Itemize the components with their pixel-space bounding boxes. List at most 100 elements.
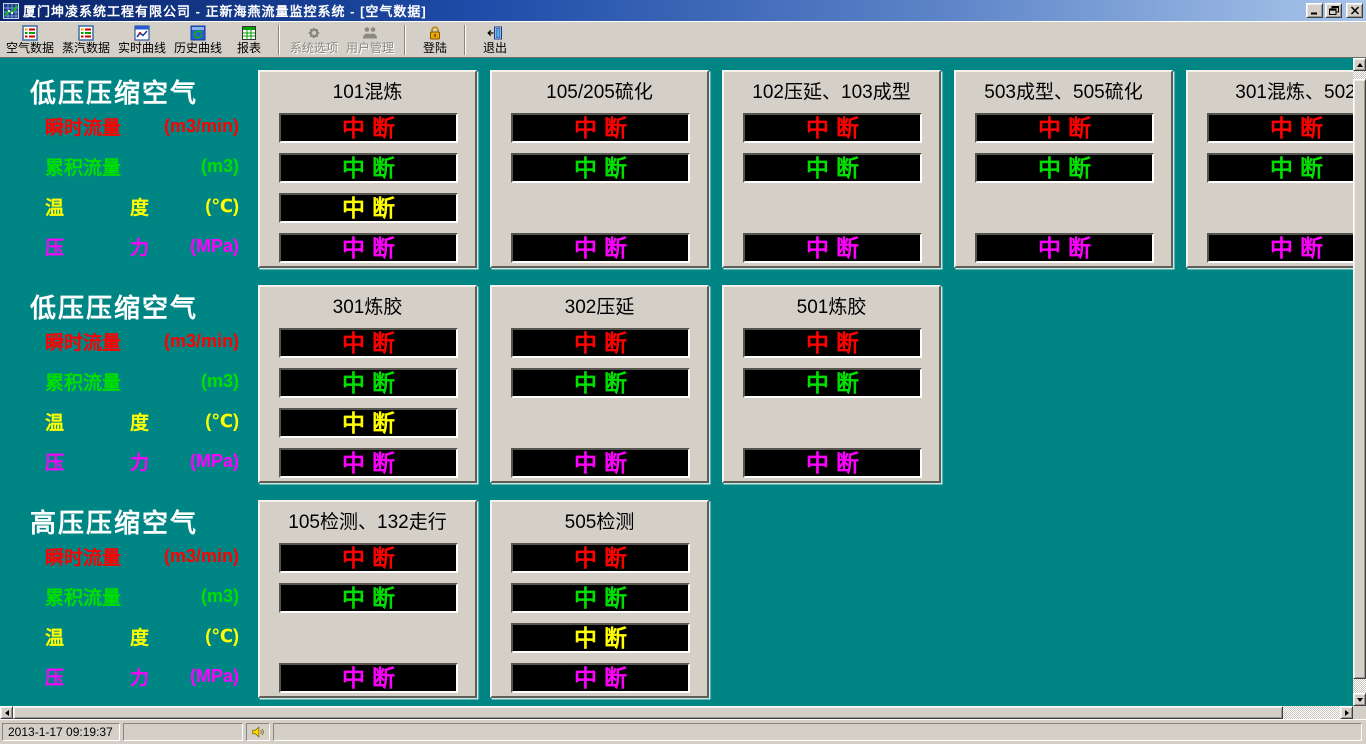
parameter-unit: (m3/min) [164, 331, 239, 352]
section-title: 低压压缩空气 [30, 73, 198, 110]
panel-title: 301混炼、502 [1188, 77, 1353, 104]
toolbar-button-蒸汽数据[interactable]: 蒸汽数据 [58, 24, 114, 56]
report-table-icon [241, 24, 257, 41]
close-button[interactable] [1346, 3, 1363, 18]
parameter-unit: (℃) [205, 411, 239, 432]
value-display: 中断 [279, 583, 458, 613]
app-icon [3, 3, 19, 19]
parameter-name-char: 压 [45, 663, 64, 690]
panel-title: 105/205硫化 [492, 77, 707, 104]
value-display: 中断 [975, 233, 1154, 263]
toolbar-button-label: 系统选项 [290, 41, 338, 55]
interrupt-value: 中断 [1270, 237, 1330, 260]
parameter-name: 瞬时流量 [45, 113, 121, 140]
restore-button[interactable] [1325, 3, 1342, 18]
scroll-right-button[interactable] [1340, 706, 1353, 719]
parameter-unit: (m3) [201, 371, 239, 392]
interrupt-value: 中断 [342, 412, 402, 435]
parameter-unit: (m3/min) [164, 116, 239, 137]
interrupt-value: 中断 [574, 627, 634, 650]
scrollbar-corner [1353, 706, 1366, 719]
parameter-name-char: 温 [45, 193, 64, 220]
value-display: 中断 [743, 448, 922, 478]
parameter-name-char: 压 [45, 233, 64, 260]
interrupt-value: 中断 [574, 372, 634, 395]
status-sound-cell[interactable] [246, 723, 270, 741]
parameter-label: 温度(℃) [45, 191, 239, 221]
scroll-left-button[interactable] [0, 706, 13, 719]
toolbar-separator [404, 25, 406, 55]
toolbar-button-实时曲线[interactable]: 实时曲线 [114, 24, 170, 56]
lock-icon [427, 24, 443, 41]
value-display: 中断 [511, 233, 690, 263]
realtime-curve-icon [134, 24, 150, 41]
parameter-name: 瞬时流量 [45, 543, 121, 570]
toolbar-button-退出[interactable]: 退出 [472, 24, 518, 56]
value-display: 中断 [743, 153, 922, 183]
toolbar-button-报表[interactable]: 报表 [226, 24, 272, 56]
parameter-name-char: 度 [130, 193, 149, 220]
scroll-up-button[interactable] [1353, 58, 1366, 71]
scroll-down-button[interactable] [1353, 693, 1366, 706]
parameter-unit: (MPa) [190, 236, 239, 257]
interrupt-value: 中断 [806, 332, 866, 355]
horizontal-scrollbar[interactable] [0, 706, 1353, 719]
toolbar-button-历史曲线[interactable]: 历史曲线 [170, 24, 226, 56]
parameter-name: 压力 [45, 448, 149, 475]
interrupt-value: 中断 [342, 667, 402, 690]
toolbar-button-label: 报表 [237, 41, 261, 55]
toolbar-button-label: 蒸汽数据 [62, 41, 110, 55]
interrupt-value: 中断 [342, 547, 402, 570]
value-display: 中断 [511, 583, 690, 613]
value-display: 中断 [279, 368, 458, 398]
section-title: 高压压缩空气 [30, 503, 198, 540]
value-display: 中断 [279, 153, 458, 183]
toolbar-button-登陆[interactable]: 登陆 [412, 24, 458, 56]
toolbar-button-label: 历史曲线 [174, 41, 222, 55]
monitor-panel: 302压延中断中断中断 [490, 285, 709, 483]
toolbar-separator [464, 25, 466, 55]
interrupt-value: 中断 [574, 157, 634, 180]
parameter-name-char: 温 [45, 408, 64, 435]
interrupt-value: 中断 [342, 587, 402, 610]
interrupt-value: 中断 [342, 197, 402, 220]
parameter-unit: (MPa) [190, 451, 239, 472]
minimize-button[interactable] [1306, 3, 1323, 18]
interrupt-value: 中断 [342, 372, 402, 395]
parameter-name: 累积流量 [45, 368, 121, 395]
toolbar-button-空气数据[interactable]: 空气数据 [2, 24, 58, 56]
app-window: 厦门坤凌系统工程有限公司 - 正新海燕流量监控系统 - [空气数据] 空气数据蒸… [0, 0, 1366, 744]
parameter-name-char: 温 [45, 623, 64, 650]
interrupt-value: 中断 [574, 117, 634, 140]
interrupt-value: 中断 [342, 157, 402, 180]
value-display: 中断 [279, 113, 458, 143]
interrupt-value: 中断 [342, 332, 402, 355]
user-management-icon [362, 24, 378, 41]
parameter-unit: (℃) [205, 626, 239, 647]
parameter-name: 温度 [45, 408, 149, 435]
vertical-scrollbar[interactable] [1353, 58, 1366, 706]
title-bar: 厦门坤凌系统工程有限公司 - 正新海燕流量监控系统 - [空气数据] [0, 0, 1366, 21]
history-curve-icon [190, 24, 206, 41]
interrupt-value: 中断 [342, 237, 402, 260]
parameter-name-char: 力 [130, 448, 149, 475]
interrupt-value: 中断 [574, 587, 634, 610]
parameter-name: 压力 [45, 663, 149, 690]
horizontal-scroll-thumb[interactable] [13, 706, 1283, 719]
parameter-name: 压力 [45, 233, 149, 260]
monitor-panel: 105检测、132走行中断中断中断 [258, 500, 477, 698]
value-display: 中断 [511, 543, 690, 573]
air-data-sheet-icon [22, 24, 38, 41]
value-display: 中断 [511, 153, 690, 183]
section-legend: 高压压缩空气瞬时流量(m3/min)累积流量(m3)温度(℃)压力(MPa) [0, 500, 252, 698]
value-display: 中断 [975, 153, 1154, 183]
parameter-name-char: 度 [130, 408, 149, 435]
toolbar-button-label: 空气数据 [6, 41, 54, 55]
monitor-panel: 505检测中断中断中断中断 [490, 500, 709, 698]
value-display: 中断 [279, 233, 458, 263]
parameter-label: 累积流量(m3) [45, 151, 239, 181]
section-legend: 低压压缩空气瞬时流量(m3/min)累积流量(m3)温度(℃)压力(MPa) [0, 70, 252, 268]
status-datetime: 2013-1-17 09:19:37 [2, 723, 120, 741]
interrupt-value: 中断 [342, 452, 402, 475]
vertical-scroll-thumb[interactable] [1353, 79, 1366, 679]
